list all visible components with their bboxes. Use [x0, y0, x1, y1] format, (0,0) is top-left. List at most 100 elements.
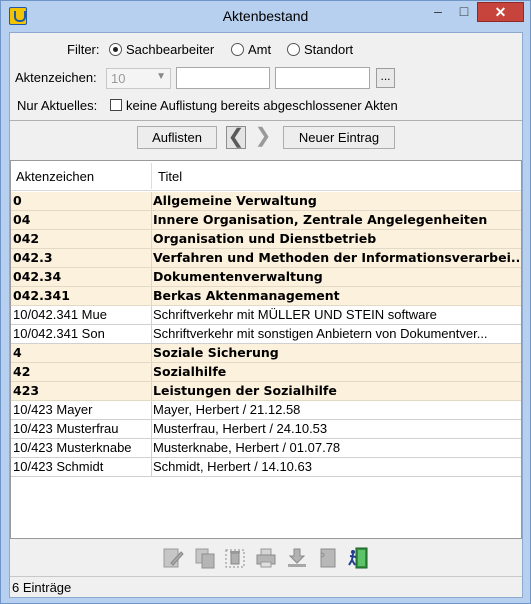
maximize-button[interactable]: □ — [451, 2, 477, 22]
radio-button[interactable] — [231, 43, 244, 56]
cell-divider — [151, 401, 152, 419]
table-row[interactable]: 10/423 Mayer Mayer, Herbert / 21.12.58 — [11, 401, 521, 420]
table-row[interactable]: 4 Soziale Sicherung — [11, 344, 521, 363]
browse-button[interactable]: ... — [376, 68, 395, 88]
aktuelles-checkbox-label: keine Auflistung bereits abgeschlossener… — [126, 98, 398, 113]
cell-divider — [151, 268, 152, 286]
radio-button[interactable] — [287, 43, 300, 56]
cell-titel: Innere Organisation, Zentrale Angelegenh… — [153, 212, 488, 227]
cell-aktenzeichen: 42 — [13, 364, 31, 379]
cell-aktenzeichen: 10/423 Schmidt — [13, 459, 104, 474]
delete-icon[interactable] — [224, 547, 246, 569]
aktenzeichen-select-value: 10 — [111, 71, 126, 86]
table-row[interactable]: 10/042.341 Mue Schriftverkehr mit MÜLLER … — [11, 306, 521, 325]
table-row[interactable]: 10/042.341 Son Schriftverkehr mit sonstig… — [11, 325, 521, 344]
download-icon[interactable] — [286, 547, 308, 569]
table-row[interactable]: 042.341 Berkas Aktenmanagement — [11, 287, 521, 306]
radio-label: Amt — [248, 42, 272, 57]
table-row[interactable]: 0 Allgemeine Verwaltung — [11, 192, 521, 211]
app-window: Aktenbestand ‒ □ ✕ Filter: Sachbearbeite… — [0, 0, 531, 604]
radio-sachbearbeiter[interactable]: Sachbearbeiter — [109, 42, 214, 57]
chevron-down-icon: ▼ — [156, 71, 166, 82]
cell-titel: Soziale Sicherung — [153, 345, 279, 360]
table-row[interactable]: 042.3 Verfahren und Methoden der Informat… — [11, 249, 521, 268]
cell-titel: Verfahren und Methoden der Informationsv… — [153, 250, 519, 265]
table-row[interactable]: 42 Sozialhilfe — [11, 363, 521, 382]
cell-aktenzeichen: 423 — [13, 383, 40, 398]
status-text: 6 Einträge — [12, 580, 72, 595]
table-row[interactable]: 042 Organisation und Dienstbetrieb — [11, 230, 521, 249]
table-row[interactable]: 10/423 Musterknabe Musterknabe, Herbert /… — [11, 439, 521, 458]
column-header-aktenzeichen[interactable]: Aktenzeichen — [16, 169, 94, 184]
archive-icon[interactable] — [317, 547, 339, 569]
radio-label: Standort — [304, 42, 354, 57]
cell-aktenzeichen: 0 — [13, 193, 22, 208]
column-header-titel[interactable]: Titel — [158, 169, 182, 184]
column-divider[interactable] — [151, 163, 152, 189]
copy-icon[interactable] — [194, 547, 216, 569]
cell-divider — [151, 382, 152, 400]
cell-aktenzeichen: 10/042.341 Mue — [13, 307, 107, 322]
aktenzeichen-field-2[interactable] — [275, 67, 370, 89]
table-row[interactable]: 04 Innere Organisation, Zentrale Angelege… — [11, 211, 521, 230]
neuer-eintrag-button[interactable]: Neuer Eintrag — [283, 126, 395, 149]
cell-titel: Schmidt, Herbert / 14.10.63 — [153, 459, 312, 474]
cell-titel: Schriftverkehr mit sonstigen Anbietern v… — [153, 326, 488, 341]
cell-divider — [151, 325, 152, 343]
cell-titel: Mayer, Herbert / 21.12.58 — [153, 402, 301, 417]
prev-page-button[interactable]: ❮ — [226, 126, 246, 149]
table-row[interactable]: 10/423 Schmidt Schmidt, Herbert / 14.10.6… — [11, 458, 521, 477]
edit-icon[interactable] — [162, 547, 184, 569]
radio-standort[interactable]: Standort — [287, 42, 353, 57]
cell-aktenzeichen: 042.3 — [13, 250, 53, 265]
cell-aktenzeichen: 10/042.341 Son — [13, 326, 105, 341]
radio-button[interactable] — [109, 43, 122, 56]
exit-icon[interactable] — [347, 547, 369, 569]
table-row[interactable]: 10/423 Musterfrau Musterfrau, Herbert / 2… — [11, 420, 521, 439]
cell-divider — [151, 363, 152, 381]
cell-titel: Musterfrau, Herbert / 24.10.53 — [153, 421, 328, 436]
next-page-button[interactable]: ❯ — [253, 126, 273, 149]
table-row[interactable]: 042.34 Dokumentenverwaltung — [11, 268, 521, 287]
action-bar — [10, 541, 522, 577]
table-row[interactable]: 423 Leistungen der Sozialhilfe — [11, 382, 521, 401]
cell-divider — [151, 420, 152, 438]
cell-aktenzeichen: 10/423 Mayer — [13, 402, 93, 417]
cell-divider — [151, 211, 152, 229]
radio-amt[interactable]: Amt — [231, 42, 271, 57]
cell-divider — [151, 230, 152, 248]
aktenzeichen-field-1[interactable] — [176, 67, 270, 89]
cell-aktenzeichen: 042.341 — [13, 288, 70, 303]
cell-titel: Berkas Aktenmanagement — [153, 288, 340, 303]
cell-titel: Allgemeine Verwaltung — [153, 193, 317, 208]
cell-aktenzeichen: 10/423 Musterfrau — [13, 421, 119, 436]
status-bar: 6 Einträge — [10, 576, 522, 598]
cell-divider — [151, 439, 152, 457]
cell-divider — [151, 306, 152, 324]
cell-titel: Sozialhilfe — [153, 364, 227, 379]
aktenzeichen-label: Aktenzeichen: — [15, 70, 97, 85]
cell-aktenzeichen: 4 — [13, 345, 22, 360]
cell-aktenzeichen: 042 — [13, 231, 40, 246]
client-area: Filter: Sachbearbeiter Amt Standort Akte… — [9, 32, 523, 598]
aktuelles-label: Nur Aktuelles: — [17, 98, 98, 113]
cell-aktenzeichen: 042.34 — [13, 269, 62, 284]
filter-label: Filter: — [67, 42, 100, 57]
cell-divider — [151, 287, 152, 305]
radio-label: Sachbearbeiter — [126, 42, 215, 57]
cell-aktenzeichen: 10/423 Musterknabe — [13, 440, 132, 455]
cell-titel: Dokumentenverwaltung — [153, 269, 323, 284]
table-header: Aktenzeichen Titel — [11, 161, 521, 191]
title-bar[interactable]: Aktenbestand ‒ □ ✕ — [1, 1, 530, 31]
print-icon[interactable] — [255, 547, 277, 569]
cell-divider — [151, 192, 152, 210]
auflisten-button[interactable]: Auflisten — [137, 126, 217, 149]
minimize-button[interactable]: ‒ — [425, 2, 451, 22]
cell-divider — [151, 458, 152, 476]
aktuelles-checkbox[interactable] — [110, 99, 122, 111]
cell-titel: Organisation und Dienstbetrieb — [153, 231, 377, 246]
aktenzeichen-select[interactable]: 10 ▼ — [106, 68, 171, 89]
akten-table: Aktenzeichen Titel 0 Allgemeine Verwaltun… — [10, 160, 522, 539]
list-toolbar: Auflisten ❮ ❯ Neuer Eintrag — [10, 122, 522, 158]
close-button[interactable]: ✕ — [477, 2, 524, 22]
